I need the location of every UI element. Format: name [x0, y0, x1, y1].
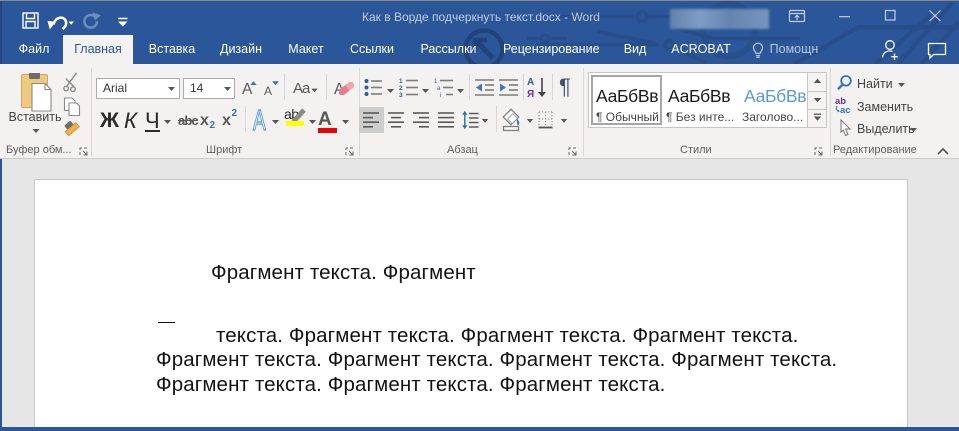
svg-text:1: 1	[399, 78, 403, 85]
svg-text:a: a	[437, 86, 441, 92]
svg-text:ac: ac	[840, 105, 851, 114]
svg-text:2: 2	[399, 85, 403, 92]
svg-text:А: А	[527, 77, 534, 88]
svg-text:1: 1	[434, 79, 438, 85]
svg-text:3: 3	[399, 92, 403, 97]
svg-text:i: i	[440, 93, 441, 97]
svg-text:Я: Я	[527, 89, 534, 98]
